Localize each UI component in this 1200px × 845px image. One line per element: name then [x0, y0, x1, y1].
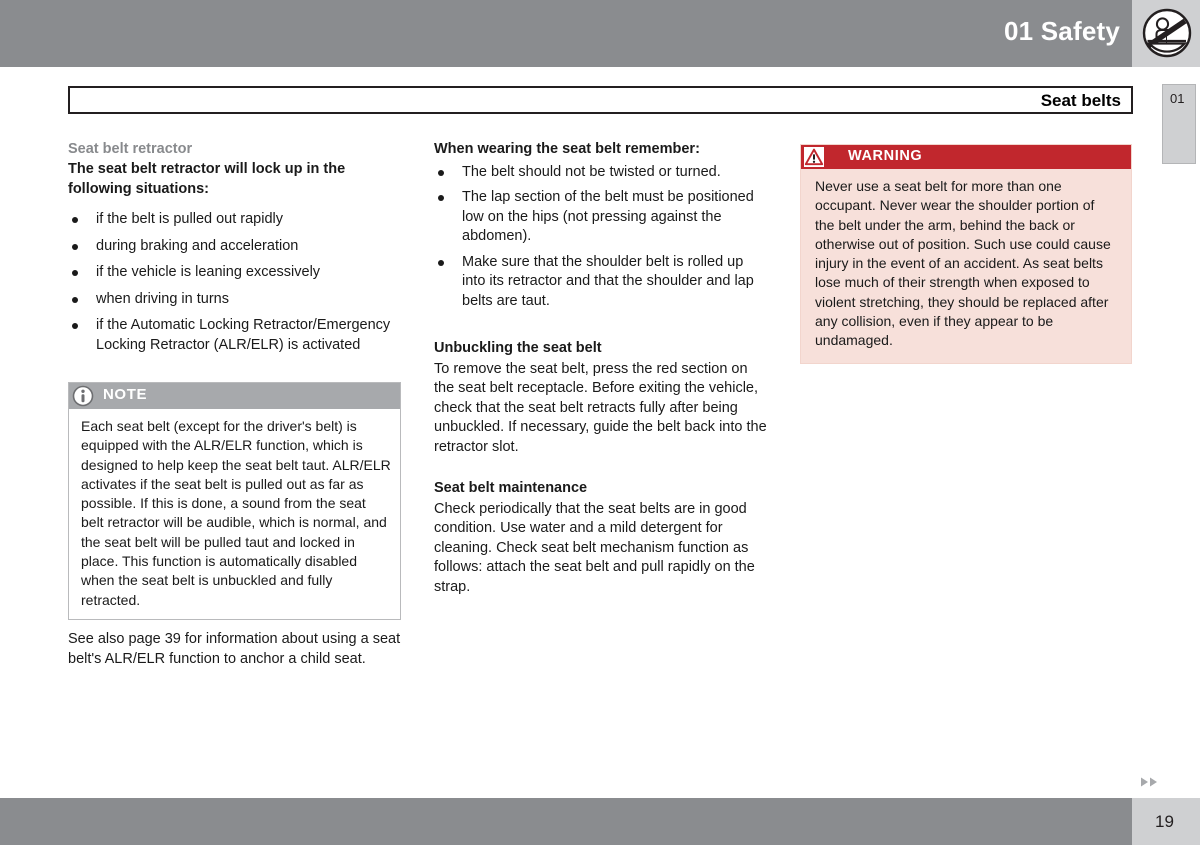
cross-reference-text: See also page 39 for information about u… [68, 631, 401, 667]
note-box-label: NOTE [103, 386, 148, 403]
seat-belt-icon [1141, 7, 1193, 59]
page-number: 19 [1155, 812, 1174, 831]
warning-triangle-icon [804, 147, 824, 167]
list-item: if the belt is pulled out rapidly [68, 210, 401, 230]
info-icon [72, 385, 94, 407]
heading-wearing-seat-belt: When wearing the seat belt remember: [434, 141, 700, 157]
list-item: if the Automatic Locking Retractor/Emerg… [68, 316, 401, 355]
warning-box-label: WARNING [848, 148, 923, 164]
chapter-tab[interactable]: 01 [1162, 84, 1196, 164]
retractor-bullet-list: if the belt is pulled out rapidly during… [68, 210, 401, 355]
chapter-tab-label: 01 [1170, 91, 1185, 106]
warning-box: WARNING Never use a seat belt for more t… [800, 144, 1132, 364]
list-item: The lap section of the belt must be posi… [434, 188, 767, 247]
note-box: NOTE Each seat belt (except for the driv… [68, 382, 401, 620]
warning-box-body: Never use a seat belt for more than one … [815, 178, 1111, 349]
page-footer-bar [0, 798, 1200, 845]
list-item: if the vehicle is leaning excessively [68, 263, 401, 283]
heading-maintenance: Seat belt maintenance [434, 480, 588, 496]
warning-box-header: WARNING [801, 145, 1131, 169]
middle-column: When wearing the seat belt remember: The… [434, 140, 767, 597]
note-box-header: NOTE [69, 383, 400, 409]
section-title-box: Seat belts [68, 86, 1133, 114]
list-item: during braking and acceleration [68, 237, 401, 257]
subsection-heading-retractor: Seat belt retractor [68, 141, 193, 157]
heading-unbuckling: Unbuckling the seat belt [434, 340, 602, 356]
page-header-bar: 01 Safety [0, 0, 1200, 67]
chapter-title: 01 Safety [1004, 16, 1120, 46]
paragraph-unbuckling: To remove the seat belt, press the red s… [434, 360, 767, 455]
list-item: Make sure that the shoulder belt is roll… [434, 253, 767, 312]
wearing-bullet-list: The belt should not be twisted or turned… [434, 163, 767, 312]
lead-paragraph: The seat belt retractor will lock up in … [68, 161, 346, 197]
left-column: Seat belt retractor The seat belt retrac… [68, 140, 401, 362]
page-title: Seat belts [1040, 91, 1121, 110]
list-item: when driving in turns [68, 290, 401, 310]
note-box-body: Each seat belt (except for the driver's … [81, 418, 391, 608]
list-item: The belt should not be twisted or turned… [434, 163, 767, 183]
paragraph-maintenance: Check periodically that the seat belts a… [434, 500, 755, 595]
double-chevron-right-icon [1139, 775, 1161, 787]
